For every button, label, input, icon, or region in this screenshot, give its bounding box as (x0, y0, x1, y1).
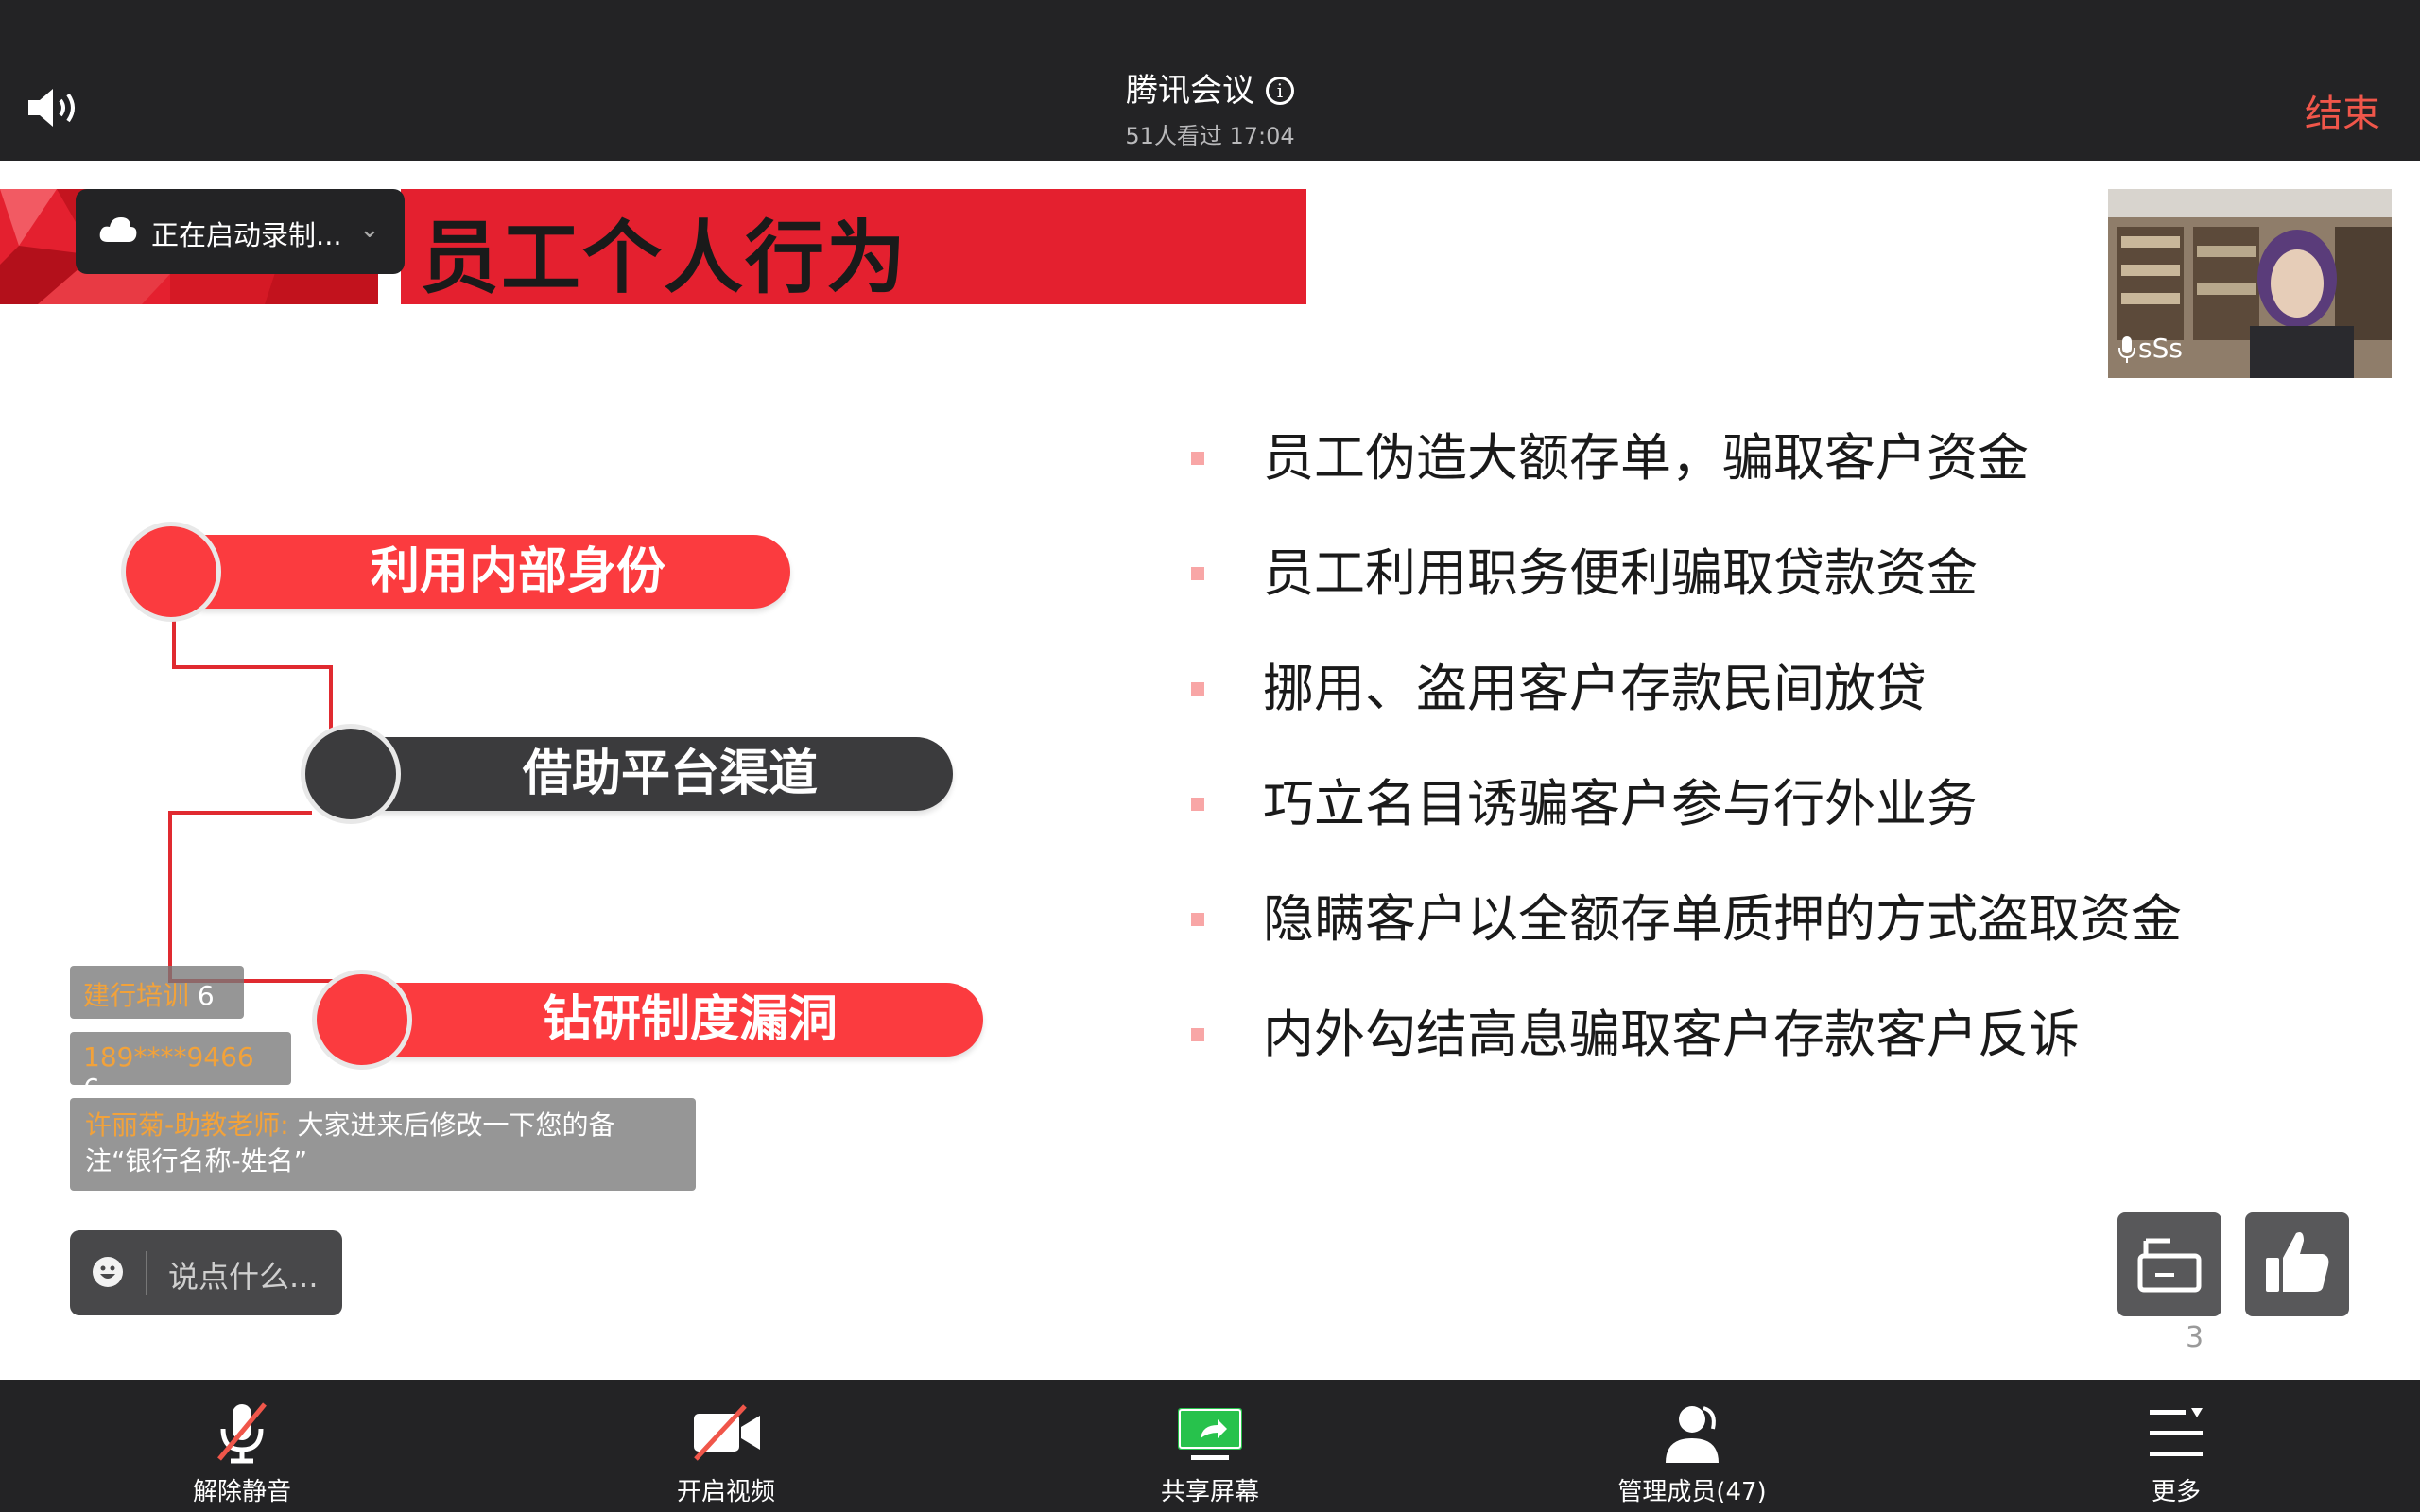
more-button[interactable]: 更多 (2063, 1380, 2290, 1512)
flow-step-2-label: 借助平台渠道 (522, 746, 818, 802)
flow-step-3: 钻研制度漏洞 (359, 983, 983, 1057)
emoji-icon[interactable] (93, 1257, 123, 1287)
flow-step-1-dot (121, 522, 221, 622)
info-icon[interactable]: i (1266, 77, 1294, 105)
bullet-text: 巧立名目诱骗客户参与行外业务 (1263, 774, 1978, 833)
chat-message: 189****9466 6 (70, 1032, 291, 1104)
chat-sender: 许丽菊-助教老师: (85, 1109, 289, 1141)
divider (146, 1251, 147, 1295)
manage-members-label: 管理成员(47) (1617, 1478, 1767, 1506)
more-label: 更多 (2151, 1478, 2201, 1506)
chat-input[interactable]: 说点什么... (70, 1230, 342, 1315)
microphone-muted-icon (217, 1402, 267, 1464)
bullet-dot (1191, 1028, 1204, 1041)
top-bar: 腾讯会议 i 51人看过 17:04 结束 (0, 0, 2420, 161)
bullet-text: 员工伪造大额存单，骗取客户资金 (1263, 428, 2029, 488)
meeting-title[interactable]: 腾讯会议 i (0, 64, 2420, 111)
thumbs-up-icon (2266, 1232, 2329, 1292)
bottom-toolbar: 解除静音 开启视频 共享屏幕 管理成员(47) 更多 (0, 1380, 2420, 1512)
share-screen-label: 共享屏幕 (1160, 1478, 1259, 1506)
flow-step-3-label: 钻研制度漏洞 (542, 991, 838, 1048)
chat-sender: 建行培训 (83, 980, 190, 1011)
participant-name: sSs (2138, 333, 2183, 364)
chat-message: 许丽菊-助教老师: 大家进来后修改一下您的备注“银行名称-姓名” (70, 1098, 696, 1191)
bullet-dot (1191, 798, 1204, 811)
share-screen-icon (1178, 1408, 1242, 1460)
chat-sender: 189****9466 (83, 1041, 254, 1073)
share-screen-button[interactable]: 共享屏幕 (1097, 1380, 1323, 1512)
bullet-text: 员工利用职务便利骗取贷款资金 (1263, 543, 1978, 603)
bullet-dot (1191, 913, 1204, 926)
rotate-icon (2137, 1238, 2202, 1293)
unmute-label: 解除静音 (192, 1478, 291, 1506)
end-meeting-button[interactable]: 结束 (2305, 83, 2380, 138)
bullet-dot (1191, 682, 1204, 696)
members-icon (1666, 1406, 1719, 1463)
more-menu-icon (2150, 1408, 2203, 1456)
flow-step-1-label: 利用内部身份 (370, 543, 666, 600)
chat-placeholder: 说点什么... (168, 1259, 319, 1295)
start-video-button[interactable]: 开启视频 (613, 1380, 839, 1512)
meeting-window: 腾讯会议i 51人看过 17:04 结束 员工个人行为 正在启动录制... ⌄ (0, 0, 2420, 1512)
manage-members-button[interactable]: 管理成员(47) (1579, 1380, 1806, 1512)
like-button[interactable] (2245, 1212, 2349, 1316)
video-off-icon (694, 1404, 760, 1461)
bullet-dot (1191, 452, 1204, 465)
bullet-text: 挪用、盗用客户存款民间放贷 (1263, 659, 1927, 718)
bullet-text: 内外勾结高息骗取客户存款客户反诉 (1263, 1005, 2080, 1064)
participant-video-tile[interactable]: sSs (2108, 189, 2392, 378)
meeting-title-text: 腾讯会议 (1126, 72, 1254, 110)
unmute-button[interactable]: 解除静音 (129, 1380, 355, 1512)
flow-step-2: 借助平台渠道 (340, 737, 953, 811)
microphone-icon (2118, 336, 2135, 363)
chat-message: 建行培训 6 (70, 966, 244, 1019)
bullet-text: 隐瞒客户以全额存单质押的方式盗取资金 (1263, 889, 2182, 949)
chat-text: 6 (197, 980, 215, 1011)
smile-face (100, 1265, 115, 1279)
shared-slide: 员工个人行为 正在启动录制... ⌄ 利用内部身份 借助平台渠道 钻研制度漏洞 (0, 161, 2420, 1380)
bullet-dot (1191, 567, 1204, 580)
rotate-screen-button[interactable] (2118, 1212, 2221, 1316)
like-count: 3 (2186, 1321, 2204, 1354)
flow-step-1: 利用内部身份 (170, 535, 790, 609)
flow-step-2-dot (301, 724, 401, 824)
flow-step-3-dot (312, 970, 412, 1070)
meeting-subtitle: 51人看过 17:04 (1125, 123, 1295, 149)
start-video-label: 开启视频 (676, 1478, 775, 1506)
